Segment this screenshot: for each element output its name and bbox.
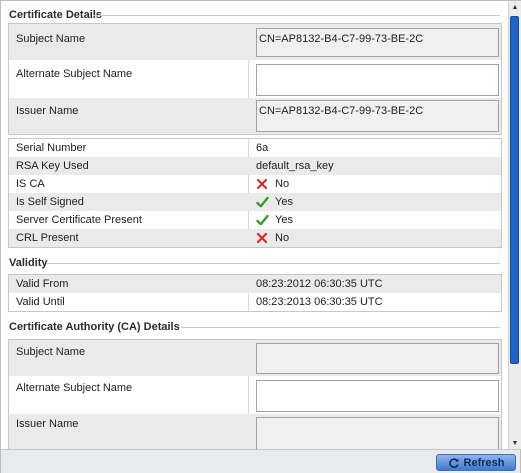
server-certificate-present-value: Yes (275, 214, 293, 226)
ca-details-box: Subject Name Alternate Subject Name Issu… (8, 339, 502, 449)
row-valid-until: Valid Until 08:23:2013 06:30:35 UTC (9, 293, 501, 311)
scrollbar-thumb[interactable] (510, 16, 519, 364)
ca-subject-name-field[interactable] (256, 343, 499, 374)
row-subject-name: Subject Name CN=AP8132-B4-C7-99-73-BE-2C (9, 24, 501, 60)
row-ca-subject-name: Subject Name (9, 340, 501, 376)
section-title-ca-details: Certificate Authority (CA) Details (9, 321, 180, 333)
footer-bar: Refresh (1, 449, 520, 473)
row-ca-issuer-name: Issuer Name (9, 414, 501, 449)
section-divider (181, 327, 500, 328)
valid-until-label: Valid Until (16, 296, 65, 308)
property-row: Server Certificate Present Yes (9, 211, 501, 229)
property-value: 6a (256, 142, 268, 154)
valid-until-value: 08:23:2013 06:30:35 UTC (256, 296, 383, 308)
row-alternate-subject-name: Alternate Subject Name (9, 60, 501, 98)
property-value: No (256, 232, 289, 244)
check-icon (256, 214, 270, 226)
ca-alternate-subject-name-label: Alternate Subject Name (16, 382, 133, 394)
ca-alternate-subject-name-field[interactable] (256, 380, 499, 412)
property-label: RSA Key Used (16, 160, 89, 172)
property-label: Serial Number (16, 142, 87, 154)
certificate-panel: Certificate Details Subject Name CN=AP81… (0, 0, 521, 473)
property-label: CRL Present (16, 232, 79, 244)
issuer-name-field[interactable]: CN=AP8132-B4-C7-99-73-BE-2C (256, 100, 499, 132)
property-label: Is Self Signed (16, 196, 84, 208)
crl-present-value: No (275, 232, 290, 244)
check-icon (256, 196, 270, 208)
section-divider (47, 263, 500, 264)
refresh-icon (448, 457, 460, 469)
validity-box: Valid From 08:23:2012 06:30:35 UTC Valid… (8, 274, 502, 312)
certificate-properties-box: Serial Number 6a RSA Key Used default_rs… (8, 138, 502, 248)
scroll-down-arrow-icon[interactable]: ▼ (509, 437, 521, 449)
section-title-validity: Validity (9, 257, 48, 269)
property-label: Server Certificate Present (16, 214, 142, 226)
row-ca-alternate-subject-name: Alternate Subject Name (9, 376, 501, 414)
subject-name-field[interactable]: CN=AP8132-B4-C7-99-73-BE-2C (256, 28, 499, 57)
ca-issuer-name-field[interactable] (256, 417, 499, 449)
property-row: Is Self Signed Yes (9, 193, 501, 211)
section-title-certificate-details: Certificate Details (9, 9, 102, 21)
property-value: Yes (256, 214, 293, 226)
property-row: RSA Key Used default_rsa_key (9, 157, 501, 175)
property-row: IS CA No (9, 175, 501, 193)
certificate-names-box: Subject Name CN=AP8132-B4-C7-99-73-BE-2C… (8, 23, 502, 135)
property-value: No (256, 178, 289, 190)
property-row: CRL Present No (9, 229, 501, 247)
subject-name-label: Subject Name (16, 33, 86, 45)
alternate-subject-name-field[interactable] (256, 64, 499, 96)
ca-subject-name-label: Subject Name (16, 346, 86, 358)
row-issuer-name: Issuer Name CN=AP8132-B4-C7-99-73-BE-2C (9, 98, 501, 134)
scroll-content: Certificate Details Subject Name CN=AP81… (1, 1, 508, 449)
is-ca-value: No (275, 178, 290, 190)
is-self-signed-value: Yes (275, 196, 293, 208)
cross-icon (256, 232, 270, 244)
property-row: Serial Number 6a (9, 139, 501, 157)
valid-from-label: Valid From (16, 278, 69, 290)
valid-from-value: 08:23:2012 06:30:35 UTC (256, 278, 383, 290)
alternate-subject-name-label: Alternate Subject Name (16, 68, 133, 80)
ca-issuer-name-label: Issuer Name (16, 418, 79, 430)
serial-number-value: 6a (256, 142, 269, 154)
property-label: IS CA (16, 178, 45, 190)
cross-icon (256, 178, 270, 190)
scroll-up-arrow-icon[interactable]: ▲ (509, 1, 521, 13)
vertical-scrollbar[interactable]: ▲ ▼ (508, 1, 521, 449)
row-valid-from: Valid From 08:23:2012 06:30:35 UTC (9, 275, 501, 293)
section-divider (93, 15, 500, 16)
refresh-label: Refresh (463, 456, 505, 469)
property-value: Yes (256, 196, 293, 208)
rsa-key-value: default_rsa_key (256, 160, 334, 172)
property-value: default_rsa_key (256, 160, 334, 172)
issuer-name-label: Issuer Name (16, 105, 79, 117)
refresh-button[interactable]: Refresh (436, 454, 516, 471)
